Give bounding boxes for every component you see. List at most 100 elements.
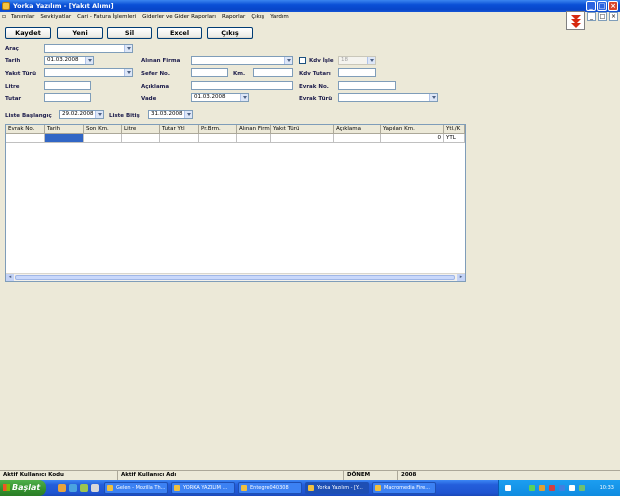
dropdown-arrow-icon[interactable] <box>85 57 93 64</box>
child-restore-button[interactable]: □ <box>598 12 607 21</box>
menu-cari-fatura[interactable]: Cari - Fatura İşlemleri <box>74 12 139 22</box>
cell-pr-brm[interactable] <box>199 134 237 143</box>
aciklama-input[interactable] <box>191 81 293 90</box>
kdv-isle-checkbox[interactable] <box>299 57 306 64</box>
taskbar-item-mozilla[interactable]: Gelen - Mozilla Th... <box>104 482 168 494</box>
quicklaunch-media-icon[interactable] <box>80 484 88 492</box>
tray-update-icon[interactable] <box>579 485 585 491</box>
column-aciklama[interactable]: Açıklama <box>334 125 381 134</box>
column-ytl-km[interactable]: Ytl./K <box>444 125 465 134</box>
liste-bitis-date-picker[interactable]: 31.03.2008 <box>148 110 193 119</box>
scroll-left-icon[interactable]: ◂ <box>6 274 14 281</box>
start-button[interactable]: Başlat <box>0 480 46 496</box>
cell-evrak-no[interactable] <box>6 134 45 143</box>
table-row[interactable]: 0 YTL <box>6 134 465 143</box>
dropdown-arrow-icon[interactable] <box>184 111 192 118</box>
arac-select[interactable] <box>44 44 133 53</box>
exit-button[interactable]: Çıkış <box>207 27 253 39</box>
cell-tutar-ytl[interactable] <box>160 134 199 143</box>
cell-tarih-selected[interactable] <box>45 134 84 143</box>
logo <box>566 11 585 30</box>
taskbar-item-macromedia[interactable]: Macromedia Fire... <box>372 482 436 494</box>
kdv-rate-select[interactable]: 18 <box>338 56 376 65</box>
maximize-button[interactable]: □ <box>597 1 607 11</box>
menu-raporlar[interactable]: Raporlar <box>219 12 248 22</box>
column-tutar-ytl[interactable]: Tutar Ytl <box>160 125 199 134</box>
cell-alinan-firma[interactable] <box>237 134 271 143</box>
scroll-right-icon[interactable]: ▸ <box>457 274 465 281</box>
cell-aciklama[interactable] <box>334 134 381 143</box>
excel-button[interactable]: Excel <box>157 27 202 39</box>
child-minimize-button[interactable]: _ <box>587 12 596 21</box>
taskbar-item-yorka-app[interactable]: Yorka Yazılım - [Y... <box>305 482 369 494</box>
clock[interactable]: 10:33 <box>600 480 614 496</box>
scroll-thumb[interactable] <box>15 275 455 280</box>
liste-baslangic-label: Liste Başlangıç <box>5 113 52 119</box>
dropdown-arrow-icon[interactable] <box>95 111 103 118</box>
task-label: Macromedia Fire... <box>384 485 430 491</box>
vade-date-picker[interactable]: 01.03.2008 <box>191 93 249 102</box>
minimize-button[interactable]: _ <box>586 1 596 11</box>
tarih-date-picker[interactable]: 01.03.2008 <box>44 56 94 65</box>
menu-sevkiyatlar[interactable]: Sevkiyatlar <box>37 12 74 22</box>
cell-litre[interactable] <box>122 134 160 143</box>
dropdown-arrow-icon[interactable] <box>240 94 248 101</box>
delete-button[interactable]: Sil <box>107 27 152 39</box>
tray-antivirus-icon[interactable] <box>549 485 555 491</box>
litre-input[interactable] <box>44 81 91 90</box>
quicklaunch-app-icon[interactable] <box>91 484 99 492</box>
menu-bar: ▫ Tanımlar Sevkiyatlar Cari - Fatura İşl… <box>0 12 620 22</box>
kdv-tutari-input[interactable] <box>338 68 376 77</box>
alinan-firma-label: Alınan Firma <box>141 58 181 64</box>
km-input[interactable] <box>253 68 293 77</box>
tray-volume-icon[interactable] <box>569 485 575 491</box>
column-yapilan-km[interactable]: Yapılan Km. <box>381 125 444 134</box>
cell-ytl-km[interactable]: YTL <box>444 134 465 143</box>
tray-app-icon[interactable] <box>505 485 511 491</box>
fuel-purchase-grid[interactable]: Evrak No. Tarih Son Km. Litre Tutar Ytl … <box>5 124 466 282</box>
cell-yapilan-km[interactable]: 0 <box>381 134 444 143</box>
new-button[interactable]: Yeni <box>57 27 103 39</box>
menu-cikis[interactable]: Çıkış <box>248 12 267 22</box>
sefer-no-input[interactable] <box>191 68 228 77</box>
taskbar-item-entegre[interactable]: Entegre040308 <box>238 482 302 494</box>
menu-giderler[interactable]: Giderler ve Gider Raporları <box>139 12 219 22</box>
cell-son-km[interactable] <box>84 134 122 143</box>
evrak-no-input[interactable] <box>338 81 396 90</box>
menu-tanimlar[interactable]: Tanımlar <box>8 12 37 22</box>
liste-baslangic-date-picker[interactable]: 29.02.2008 <box>59 110 104 119</box>
close-button[interactable]: × <box>608 1 618 11</box>
document-icon[interactable]: ▫ <box>0 12 8 22</box>
user-code-label: Aktif Kullanıcı Kodu <box>0 471 118 480</box>
column-litre[interactable]: Litre <box>122 125 160 134</box>
tray-network-icon[interactable] <box>529 485 535 491</box>
tray-messenger-icon[interactable] <box>559 485 565 491</box>
child-close-button[interactable]: × <box>609 12 618 21</box>
dropdown-arrow-icon[interactable] <box>124 45 132 52</box>
column-tarih[interactable]: Tarih <box>45 125 84 134</box>
task-label: YORKA YAZILIM ... <box>183 485 228 491</box>
quicklaunch-browser-icon[interactable] <box>58 484 66 492</box>
column-yakit-turu[interactable]: Yakıt Türü <box>271 125 334 134</box>
taskbar-item-yorka-folder[interactable]: YORKA YAZILIM ... <box>171 482 235 494</box>
column-pr-brm[interactable]: Pr.Brm. <box>199 125 237 134</box>
tray-shield-icon[interactable] <box>539 485 545 491</box>
column-evrak-no[interactable]: Evrak No. <box>6 125 45 134</box>
evrak-turu-select[interactable] <box>338 93 438 102</box>
dropdown-arrow-icon[interactable] <box>124 69 132 76</box>
dropdown-arrow-icon[interactable] <box>429 94 437 101</box>
column-alinan-firma[interactable]: Alınan Firm <box>237 125 271 134</box>
cell-yakit-turu[interactable] <box>271 134 334 143</box>
alinan-firma-select[interactable] <box>191 56 293 65</box>
yakit-turu-select[interactable] <box>44 68 133 77</box>
tutar-input[interactable] <box>44 93 91 102</box>
menu-yardim[interactable]: Yardım <box>267 12 292 22</box>
dropdown-arrow-icon[interactable] <box>367 57 375 64</box>
dropdown-arrow-icon[interactable] <box>284 57 292 64</box>
horizontal-scrollbar[interactable]: ◂ ▸ <box>6 273 465 281</box>
user-name-label: Aktif Kullanıcı Adı <box>118 471 344 480</box>
column-son-km[interactable]: Son Km. <box>84 125 122 134</box>
start-label: Başlat <box>12 483 41 492</box>
save-button[interactable]: Kaydet <box>5 27 51 39</box>
quicklaunch-desktop-icon[interactable] <box>69 484 77 492</box>
